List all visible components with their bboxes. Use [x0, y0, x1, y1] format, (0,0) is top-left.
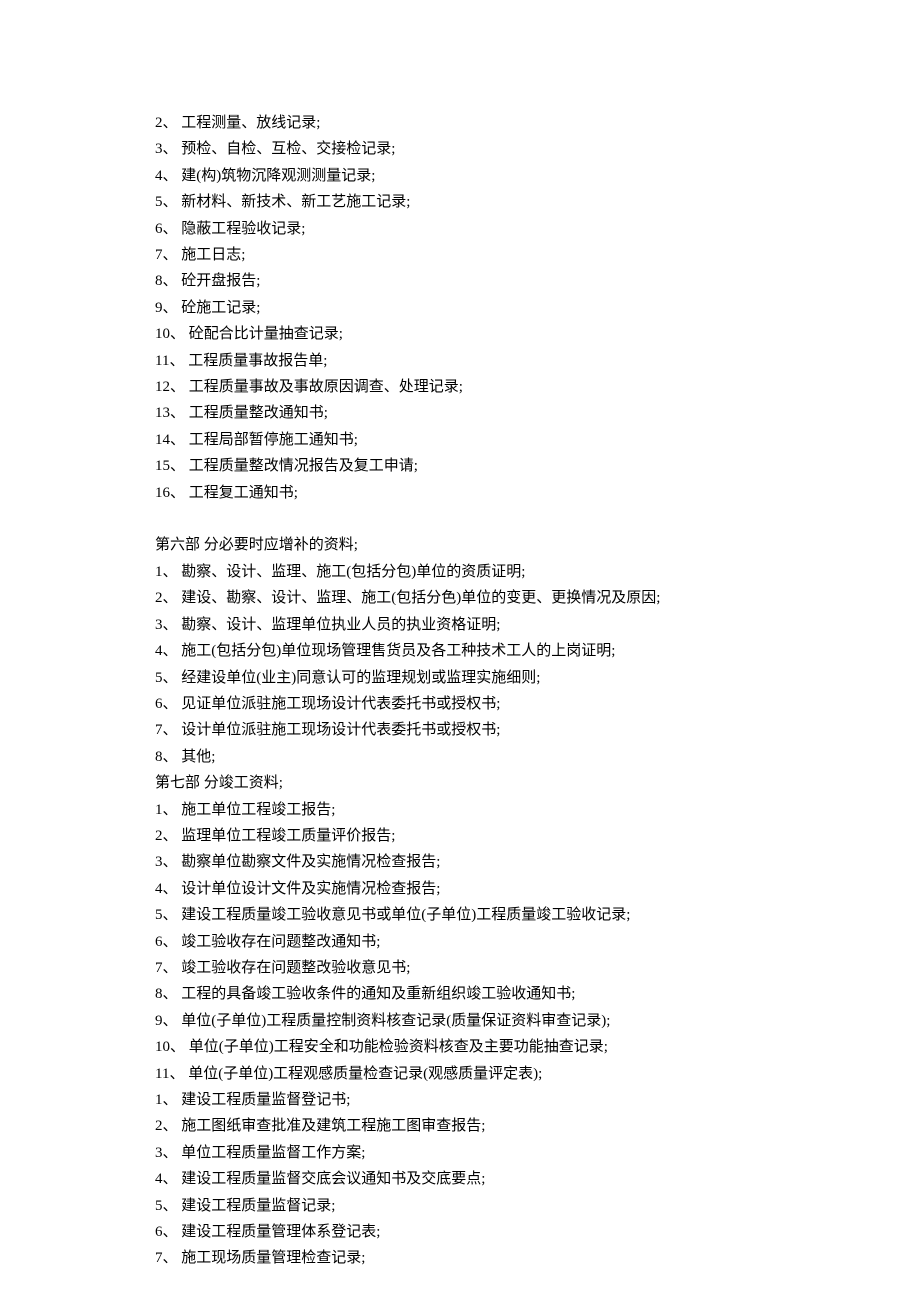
text-line: 6、 隐蔽工程验收记录;: [155, 216, 765, 242]
text-line: 4、 施工(包括分包)单位现场管理售货员及各工种技术工人的上岗证明;: [155, 638, 765, 664]
text-line: 15、 工程质量整改情况报告及复工申请;: [155, 453, 765, 479]
text-line: 1、 勘察、设计、监理、施工(包括分包)单位的资质证明;: [155, 559, 765, 585]
text-line: 4、 建设工程质量监督交底会议通知书及交底要点;: [155, 1166, 765, 1192]
text-line: 第六部 分必要时应增补的资料;: [155, 532, 765, 558]
text-line: 5、 经建设单位(业主)同意认可的监理规划或监理实施细则;: [155, 665, 765, 691]
text-line: 第七部 分竣工资料;: [155, 770, 765, 796]
text-line: 9、 单位(子单位)工程质量控制资料核查记录(质量保证资料审查记录);: [155, 1008, 765, 1034]
text-line: 4、 建(构)筑物沉降观测测量记录;: [155, 163, 765, 189]
text-line: 4、 设计单位设计文件及实施情况检查报告;: [155, 876, 765, 902]
text-line: 2、 建设、勘察、设计、监理、施工(包括分色)单位的变更、更换情况及原因;: [155, 585, 765, 611]
text-line: 5、 建设工程质量监督记录;: [155, 1193, 765, 1219]
text-line: 11、 单位(子单位)工程观感质量检查记录(观感质量评定表);: [155, 1061, 765, 1087]
text-line: 14、 工程局部暂停施工通知书;: [155, 427, 765, 453]
text-line: 8、 砼开盘报告;: [155, 268, 765, 294]
text-line: 12、 工程质量事故及事故原因调查、处理记录;: [155, 374, 765, 400]
text-line: 10、 单位(子单位)工程安全和功能检验资料核查及主要功能抽查记录;: [155, 1034, 765, 1060]
text-line: 11、 工程质量事故报告单;: [155, 348, 765, 374]
text-line: 1、 施工单位工程竣工报告;: [155, 797, 765, 823]
text-line: 7、 设计单位派驻施工现场设计代表委托书或授权书;: [155, 717, 765, 743]
text-line: 10、 砼配合比计量抽查记录;: [155, 321, 765, 347]
text-line: 5、 建设工程质量竣工验收意见书或单位(子单位)工程质量竣工验收记录;: [155, 902, 765, 928]
text-line: 2、 工程测量、放线记录;: [155, 110, 765, 136]
text-line: 8、 其他;: [155, 744, 765, 770]
text-line: 3、 勘察单位勘察文件及实施情况检查报告;: [155, 849, 765, 875]
blank-line: [155, 506, 765, 532]
text-line: 6、 竣工验收存在问题整改通知书;: [155, 929, 765, 955]
text-line: 16、 工程复工通知书;: [155, 480, 765, 506]
text-line: 5、 新材料、新技术、新工艺施工记录;: [155, 189, 765, 215]
text-line: 9、 砼施工记录;: [155, 295, 765, 321]
text-line: 7、 施工日志;: [155, 242, 765, 268]
text-line: 13、 工程质量整改通知书;: [155, 400, 765, 426]
text-line: 3、 勘察、设计、监理单位执业人员的执业资格证明;: [155, 612, 765, 638]
text-line: 1、 建设工程质量监督登记书;: [155, 1087, 765, 1113]
text-line: 2、 施工图纸审查批准及建筑工程施工图审查报告;: [155, 1113, 765, 1139]
text-line: 3、 预检、自检、互检、交接检记录;: [155, 136, 765, 162]
text-line: 7、 竣工验收存在问题整改验收意见书;: [155, 955, 765, 981]
text-line: 8、 工程的具备竣工验收条件的通知及重新组织竣工验收通知书;: [155, 981, 765, 1007]
text-line: 6、 建设工程质量管理体系登记表;: [155, 1219, 765, 1245]
text-line: 7、 施工现场质量管理检查记录;: [155, 1245, 765, 1271]
text-line: 6、 见证单位派驻施工现场设计代表委托书或授权书;: [155, 691, 765, 717]
text-line: 2、 监理单位工程竣工质量评价报告;: [155, 823, 765, 849]
document-page: 2、 工程测量、放线记录;3、 预检、自检、互检、交接检记录;4、 建(构)筑物…: [0, 0, 920, 1272]
text-line: 3、 单位工程质量监督工作方案;: [155, 1140, 765, 1166]
